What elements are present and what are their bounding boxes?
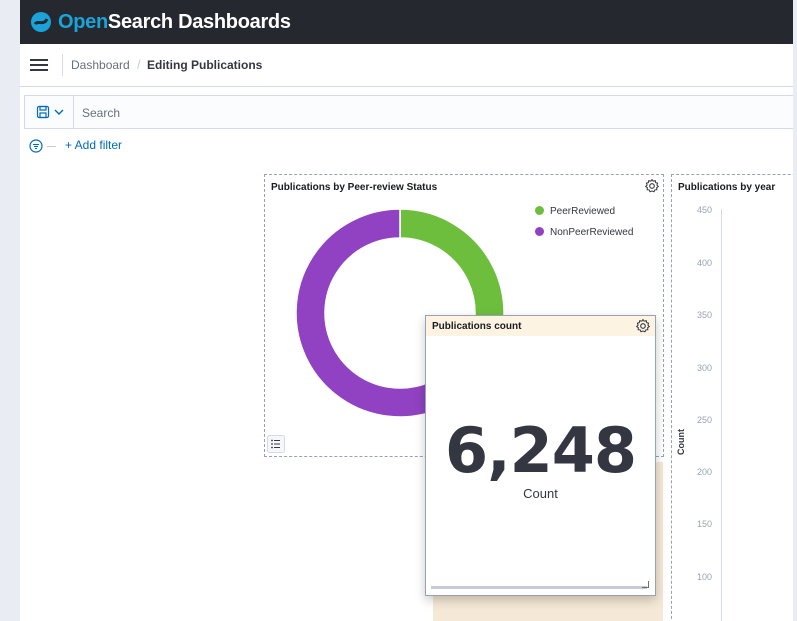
add-filter-button[interactable]: + Add filter xyxy=(65,138,122,152)
breadcrumb-bar: Dashboard / Editing Publications xyxy=(20,44,793,87)
panel-title: Publications by year xyxy=(678,182,776,193)
y-tick: 250 xyxy=(696,415,712,425)
resize-handle[interactable] xyxy=(642,581,649,588)
y-tick: 100 xyxy=(696,572,712,582)
saved-query-button[interactable] xyxy=(25,96,74,128)
brand-name: OpenSearch Dashboards xyxy=(58,11,291,34)
legend-toggle-icon[interactable] xyxy=(267,435,285,453)
panel-title: Publications count xyxy=(432,321,522,332)
search-input[interactable] xyxy=(74,96,784,130)
brand-name-open: Open xyxy=(58,10,108,33)
legend-label: PeerReviewed xyxy=(550,206,616,217)
app-frame: OpenSearch Dashboards Dashboard / Editin… xyxy=(20,0,793,621)
opensearch-logo-icon xyxy=(31,12,51,32)
panel-publications-count[interactable]: Publications count 6,248 Count xyxy=(425,315,656,596)
metric-label: Count xyxy=(523,486,558,501)
legend-item-peer-reviewed[interactable]: PeerReviewed xyxy=(535,206,615,217)
y-axis-line xyxy=(721,209,722,621)
top-header: OpenSearch Dashboards xyxy=(20,0,793,44)
breadcrumb-separator: / xyxy=(137,57,141,72)
breadcrumb-current: Editing Publications xyxy=(147,58,263,72)
y-axis-label: Count xyxy=(676,429,686,455)
filter-options-icon[interactable] xyxy=(29,139,43,153)
legend-dot-peer-reviewed xyxy=(535,206,544,215)
y-tick: 450 xyxy=(696,205,712,215)
metric-value: 6,248 xyxy=(444,414,637,487)
y-tick: 300 xyxy=(696,363,712,373)
resize-bar[interactable] xyxy=(431,586,647,589)
divider xyxy=(62,54,63,76)
save-icon xyxy=(36,105,50,119)
opensearch-logo[interactable]: OpenSearch Dashboards xyxy=(30,8,291,36)
y-tick: 400 xyxy=(696,258,712,268)
legend-dot-non-peer-reviewed xyxy=(535,227,544,236)
y-tick: 350 xyxy=(696,310,712,320)
gear-icon[interactable] xyxy=(635,318,651,334)
brand-name-rest: Search Dashboards xyxy=(107,10,291,33)
query-bar xyxy=(24,95,793,130)
panel-publications-by-year[interactable]: Publications by year 450 400 350 300 250… xyxy=(671,174,793,621)
dashboard-grid: Publications by Peer-review Status PeerR… xyxy=(20,160,793,621)
y-tick: 150 xyxy=(696,519,712,529)
hamburger-menu-icon[interactable] xyxy=(30,56,48,74)
legend-label: NonPeerReviewed xyxy=(550,227,634,238)
y-tick: 200 xyxy=(696,467,712,477)
legend-item-non-peer-reviewed[interactable]: NonPeerReviewed xyxy=(535,227,633,238)
breadcrumb-dashboard[interactable]: Dashboard xyxy=(71,58,130,72)
filter-divider xyxy=(47,146,56,147)
chevron-down-icon xyxy=(54,109,64,115)
filter-bar: + Add filter xyxy=(20,136,793,156)
